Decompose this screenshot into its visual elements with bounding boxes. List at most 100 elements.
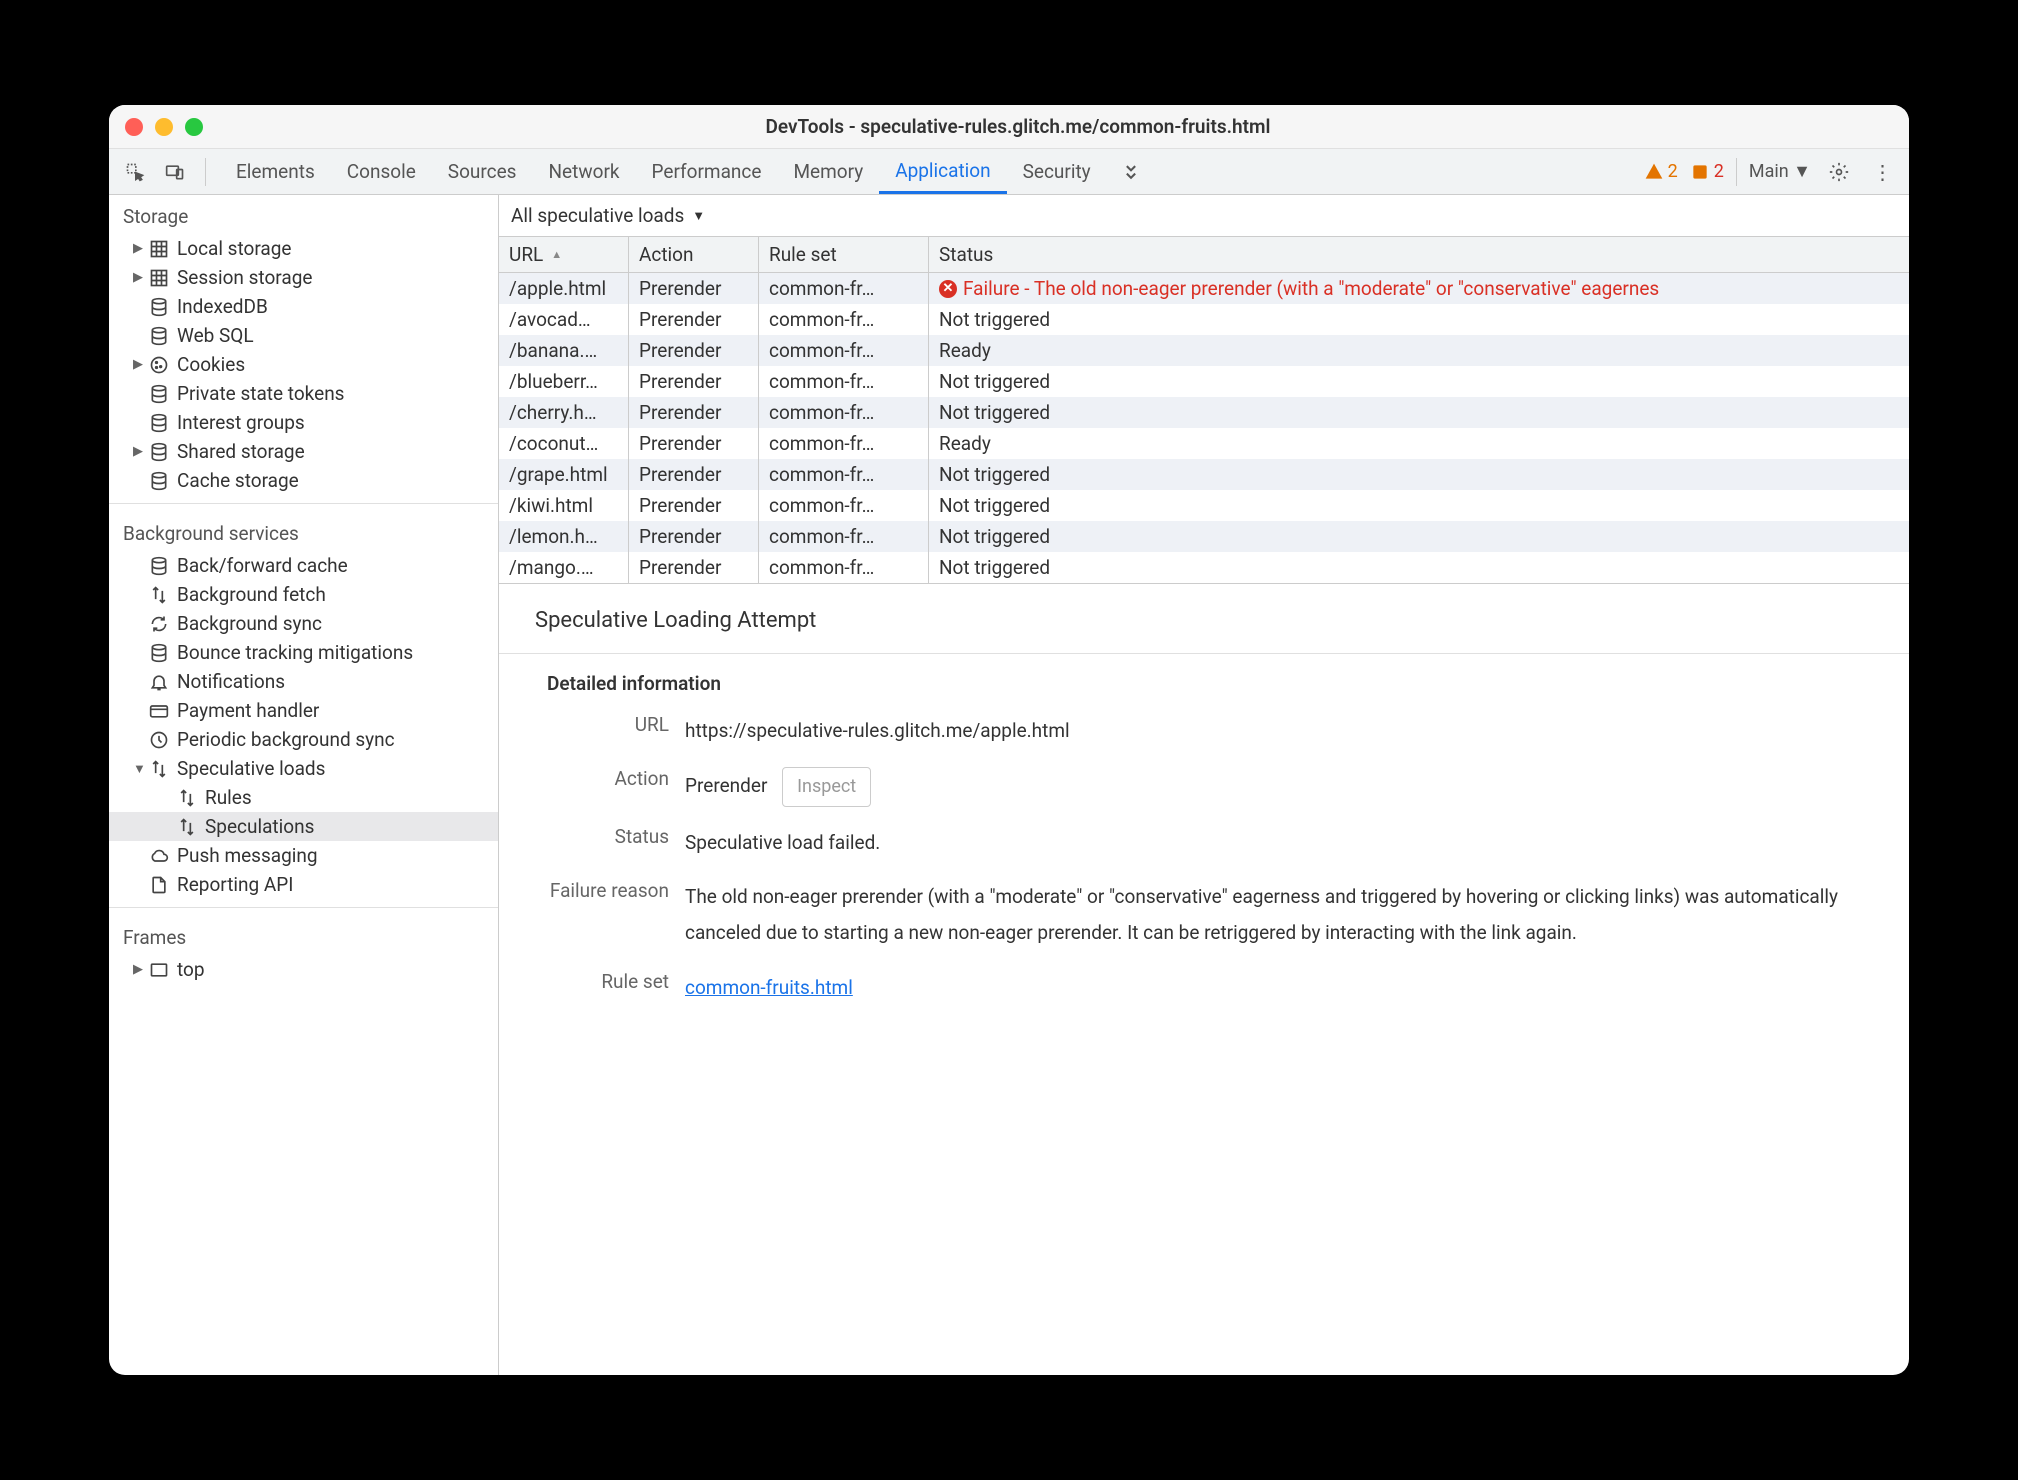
chevron-down-icon: ▼ (692, 208, 705, 224)
col-action[interactable]: Action (629, 237, 759, 272)
col-status[interactable]: Status (929, 237, 1909, 272)
tab-elements[interactable]: Elements (220, 149, 331, 194)
updown-icon (147, 759, 171, 779)
more-tabs-icon[interactable] (1115, 156, 1147, 188)
grid-icon (147, 239, 171, 259)
titlebar: DevTools - speculative-rules.glitch.me/c… (109, 105, 1909, 149)
sync-icon (147, 614, 171, 634)
sidebar-item-background-sync[interactable]: Background sync (109, 609, 498, 638)
table-row[interactable]: /lemon.h…Prerendercommon-fr…Not triggere… (499, 521, 1909, 552)
frames-section-title: Frames (109, 916, 498, 955)
close-button[interactable] (125, 118, 143, 136)
label-action: Action (535, 767, 685, 790)
detail-title: Speculative Loading Attempt (535, 608, 1873, 633)
window-controls (125, 118, 203, 136)
doc-icon (147, 875, 171, 895)
label-url: URL (535, 713, 685, 736)
sidebar-item-periodic-background-sync[interactable]: Periodic background sync (109, 725, 498, 754)
more-menu-icon[interactable]: ⋮ (1867, 156, 1899, 188)
main-panel: All speculative loads ▼ URL▲ Action Rule… (499, 195, 1909, 1375)
db-icon (147, 326, 171, 346)
updown-icon (147, 585, 171, 605)
table-row[interactable]: /grape.htmlPrerendercommon-fr…Not trigge… (499, 459, 1909, 490)
sort-arrow-icon: ▲ (551, 248, 562, 261)
ruleset-link[interactable]: common-fruits.html (685, 976, 853, 999)
label-ruleset: Rule set (535, 970, 685, 993)
cloud-icon (147, 846, 171, 866)
application-sidebar: Storage ▶Local storage▶Session storageIn… (109, 195, 499, 1375)
inspect-element-icon[interactable] (119, 156, 151, 188)
db-icon (147, 297, 171, 317)
sidebar-item-push-messaging[interactable]: Push messaging (109, 841, 498, 870)
devtools-window: DevTools - speculative-rules.glitch.me/c… (109, 105, 1909, 1375)
detail-status: Speculative load failed. (685, 825, 1873, 861)
tab-performance[interactable]: Performance (636, 149, 778, 194)
sidebar-item-payment-handler[interactable]: Payment handler (109, 696, 498, 725)
db-icon (147, 471, 171, 491)
sidebar-item-web-sql[interactable]: Web SQL (109, 321, 498, 350)
table-row[interactable]: /kiwi.htmlPrerendercommon-fr…Not trigger… (499, 490, 1909, 521)
frame-icon (147, 960, 171, 980)
label-status: Status (535, 825, 685, 848)
db-icon (147, 442, 171, 462)
filter-dropdown[interactable]: All speculative loads ▼ (499, 195, 1909, 237)
storage-section-title: Storage (109, 195, 498, 234)
sidebar-item-local-storage[interactable]: ▶Local storage (109, 234, 498, 263)
table-row[interactable]: /cherry.h…Prerendercommon-fr…Not trigger… (499, 397, 1909, 428)
target-selector[interactable]: Main ▼ (1749, 161, 1811, 182)
warnings-badge[interactable]: 2 (1644, 161, 1678, 182)
table-row[interactable]: /mango.…Prerendercommon-fr…Not triggered (499, 552, 1909, 583)
col-url[interactable]: URL▲ (499, 237, 629, 272)
tab-security[interactable]: Security (1007, 149, 1107, 194)
panel-tabs: ElementsConsoleSourcesNetworkPerformance… (220, 149, 1107, 194)
clock-icon (147, 730, 171, 750)
table-row[interactable]: /coconut…Prerendercommon-fr…Ready (499, 428, 1909, 459)
table-row[interactable]: /blueberr…Prerendercommon-fr…Not trigger… (499, 366, 1909, 397)
sidebar-item-cookies[interactable]: ▶Cookies (109, 350, 498, 379)
cookie-icon (147, 355, 171, 375)
maximize-button[interactable] (185, 118, 203, 136)
sidebar-item-shared-storage[interactable]: ▶Shared storage (109, 437, 498, 466)
updown-icon (175, 817, 199, 837)
sidebar-item-cache-storage[interactable]: Cache storage (109, 466, 498, 495)
sidebar-item-speculations[interactable]: Speculations (109, 812, 498, 841)
window-title: DevTools - speculative-rules.glitch.me/c… (203, 115, 1833, 138)
tab-sources[interactable]: Sources (432, 149, 533, 194)
table-row[interactable]: /apple.htmlPrerendercommon-fr…✕Failure -… (499, 273, 1909, 304)
tab-network[interactable]: Network (532, 149, 635, 194)
sidebar-item-private-state-tokens[interactable]: Private state tokens (109, 379, 498, 408)
sidebar-item-background-fetch[interactable]: Background fetch (109, 580, 498, 609)
grid-icon (147, 268, 171, 288)
sidebar-item-session-storage[interactable]: ▶Session storage (109, 263, 498, 292)
sidebar-item-rules[interactable]: Rules (109, 783, 498, 812)
speculations-table: URL▲ Action Rule set Status /apple.htmlP… (499, 237, 1909, 583)
inspect-button[interactable]: Inspect (782, 767, 871, 807)
errors-badge[interactable]: 2 (1690, 161, 1724, 182)
sidebar-item-top[interactable]: ▶top (109, 955, 498, 984)
table-header: URL▲ Action Rule set Status (499, 237, 1909, 273)
sidebar-item-indexeddb[interactable]: IndexedDB (109, 292, 498, 321)
db-icon (147, 384, 171, 404)
settings-icon[interactable] (1823, 156, 1855, 188)
tab-memory[interactable]: Memory (777, 149, 879, 194)
card-icon (147, 701, 171, 721)
bg-services-section-title: Background services (109, 512, 498, 551)
sidebar-item-speculative-loads[interactable]: ▼Speculative loads (109, 754, 498, 783)
tab-console[interactable]: Console (331, 149, 432, 194)
col-rule[interactable]: Rule set (759, 237, 929, 272)
tab-application[interactable]: Application (879, 149, 1006, 194)
minimize-button[interactable] (155, 118, 173, 136)
detail-subtitle: Detailed information (547, 672, 1873, 695)
device-toggle-icon[interactable] (159, 156, 191, 188)
sidebar-item-notifications[interactable]: Notifications (109, 667, 498, 696)
sidebar-item-reporting-api[interactable]: Reporting API (109, 870, 498, 899)
error-icon: ✕ (939, 280, 957, 298)
table-row[interactable]: /avocad…Prerendercommon-fr…Not triggered (499, 304, 1909, 335)
sidebar-item-back-forward-cache[interactable]: Back/forward cache (109, 551, 498, 580)
detail-panel: Speculative Loading Attempt Detailed inf… (499, 583, 1909, 1375)
sidebar-item-bounce-tracking-mitigations[interactable]: Bounce tracking mitigations (109, 638, 498, 667)
detail-url: https://speculative-rules.glitch.me/appl… (685, 713, 1873, 749)
table-row[interactable]: /banana.…Prerendercommon-fr…Ready (499, 335, 1909, 366)
db-icon (147, 413, 171, 433)
sidebar-item-interest-groups[interactable]: Interest groups (109, 408, 498, 437)
